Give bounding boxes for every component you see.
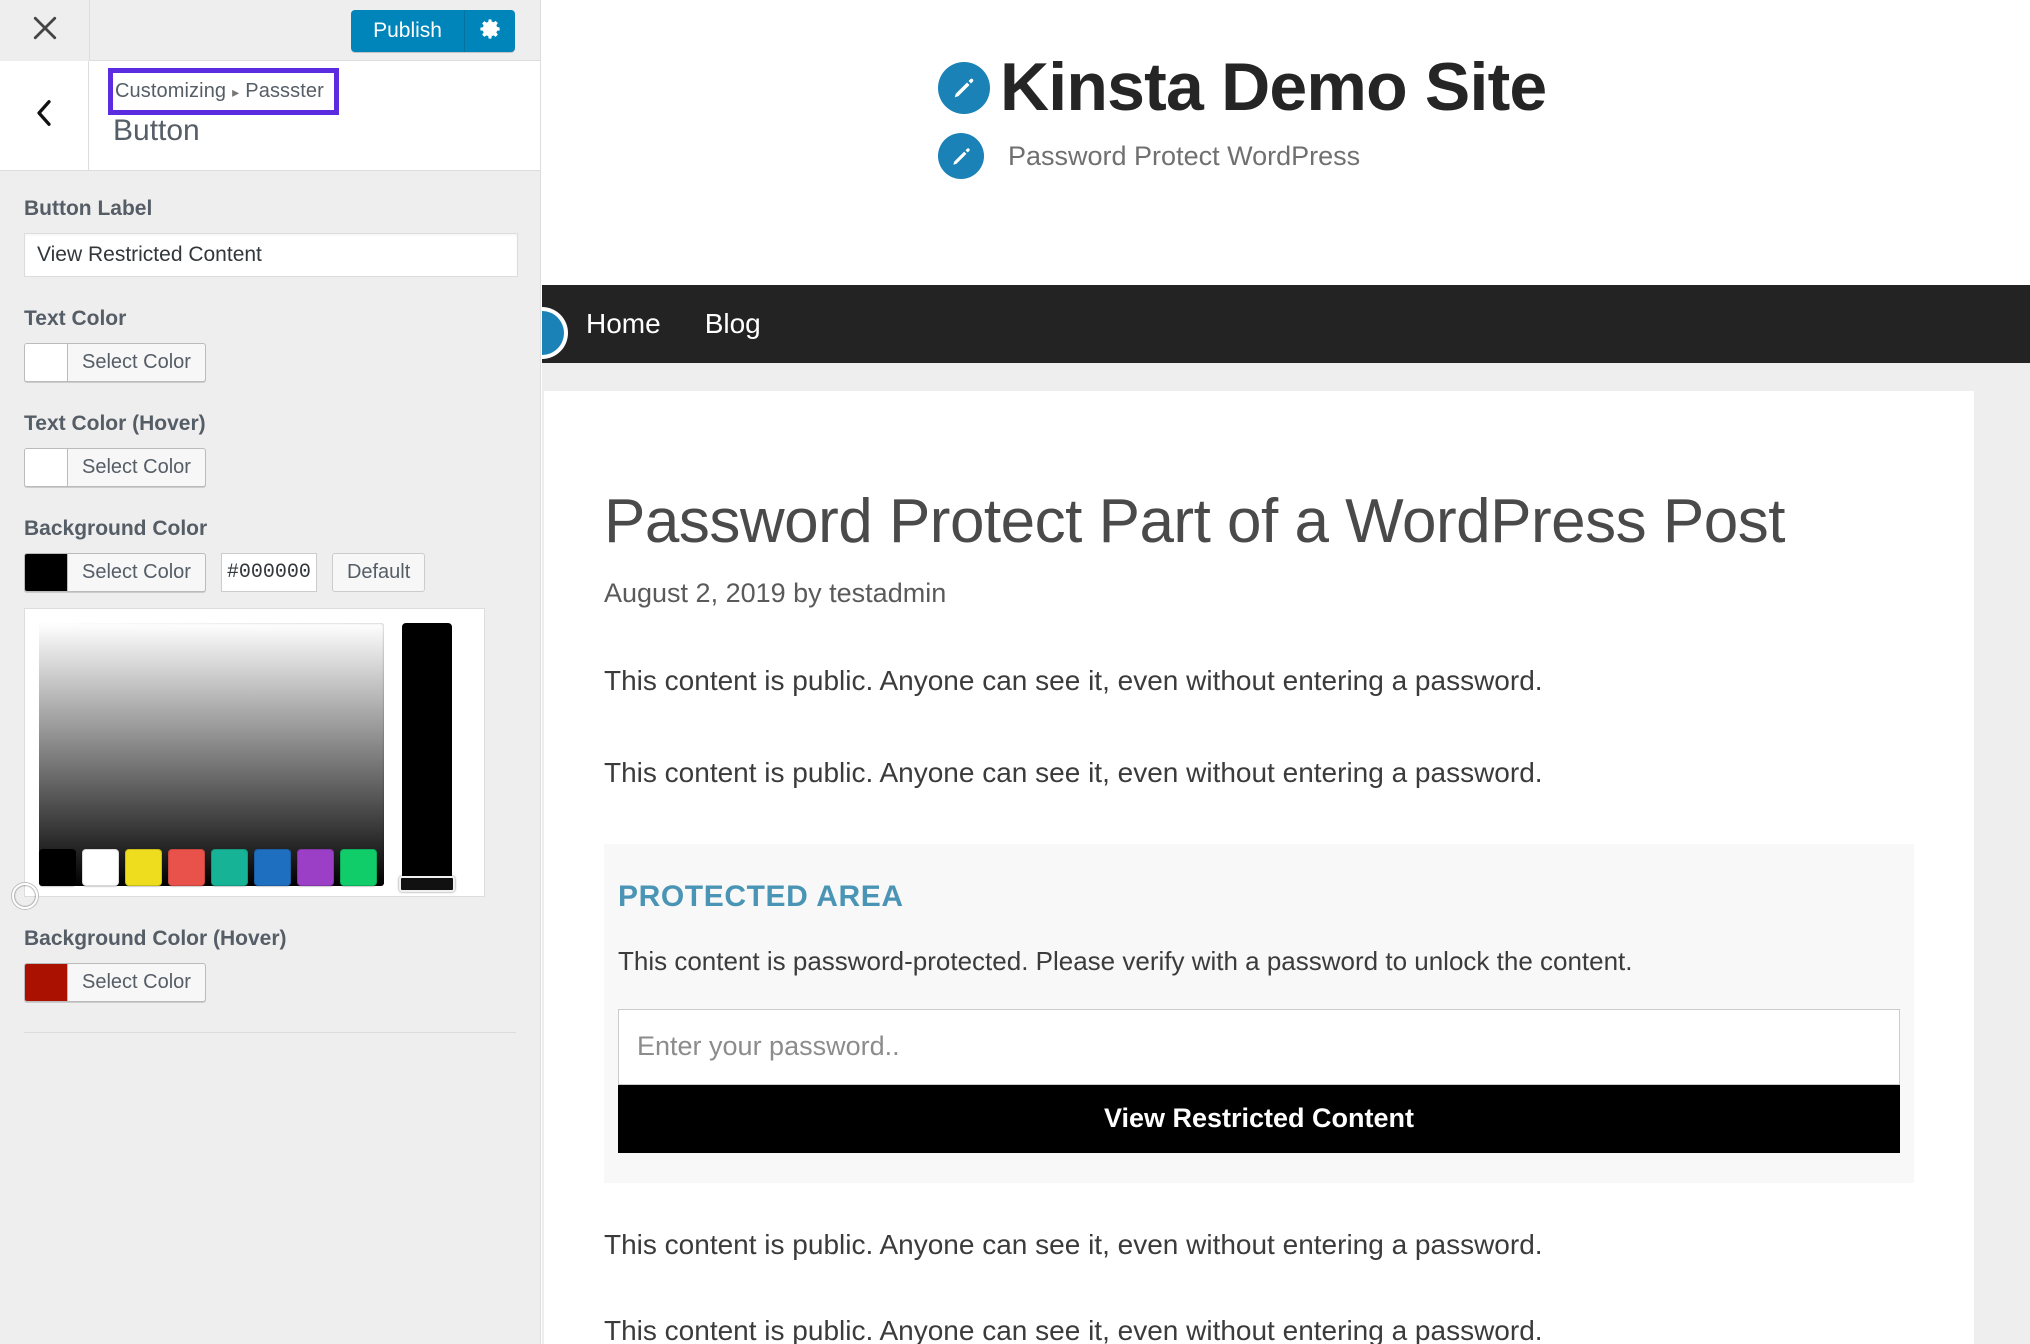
value-gradient bbox=[39, 623, 384, 886]
post-title: Password Protect Part of a WordPress Pos… bbox=[604, 487, 1785, 556]
close-x-icon bbox=[32, 15, 58, 46]
background-color-swatch bbox=[25, 554, 68, 591]
background-color-hover-select-label: Select Color bbox=[82, 971, 191, 993]
text-color-swatch bbox=[25, 344, 68, 381]
hue-slider[interactable] bbox=[399, 623, 455, 892]
customizer-controls: Button Label Text Color Select Color Tex… bbox=[0, 171, 540, 1033]
publish-settings-button[interactable] bbox=[465, 10, 515, 52]
control-button-label: Button Label bbox=[24, 197, 518, 277]
control-text-color-hover: Text Color (Hover) Select Color bbox=[24, 412, 516, 487]
hue-slider-handle[interactable] bbox=[399, 876, 455, 892]
post-content-card: Password Protect Part of a WordPress Pos… bbox=[544, 391, 1974, 1344]
edit-pencil-icon-title[interactable] bbox=[938, 61, 990, 114]
color-picker-panel bbox=[12, 608, 485, 909]
edit-pencil-icon-tagline[interactable] bbox=[938, 133, 984, 180]
site-tagline: Password Protect WordPress bbox=[1008, 140, 1361, 171]
text-color-select-button[interactable]: Select Color bbox=[24, 343, 206, 382]
color-palette bbox=[39, 849, 377, 886]
text-color-select-label: Select Color bbox=[82, 351, 191, 373]
site-navigation: Home Blog bbox=[542, 285, 2030, 363]
protected-area-description: This content is password-protected. Plea… bbox=[618, 945, 1633, 976]
text-color-row: Select Color bbox=[24, 343, 516, 382]
site-title-row: Kinsta Demo Site bbox=[542, 49, 2030, 125]
control-background-color-hover: Background Color (Hover) Select Color bbox=[24, 927, 516, 1002]
palette-swatch[interactable] bbox=[168, 849, 205, 886]
post-paragraph-3: This content is public. Anyone can see i… bbox=[604, 1228, 1543, 1260]
publish-group: Publish bbox=[351, 10, 515, 52]
page-title: Button bbox=[113, 114, 200, 147]
customizer-topbar: Publish bbox=[0, 0, 540, 61]
text-color-hover-label: Text Color (Hover) bbox=[24, 412, 206, 435]
site-title: Kinsta Demo Site bbox=[1000, 49, 1547, 125]
password-input[interactable] bbox=[618, 1008, 1900, 1085]
text-color-label: Text Color bbox=[24, 307, 127, 330]
saturation-value-area[interactable] bbox=[39, 623, 384, 886]
protected-area-inner: PROTECTED AREA This content is password-… bbox=[604, 880, 1914, 1153]
chevron-left-icon bbox=[33, 98, 55, 133]
palette-swatch[interactable] bbox=[340, 849, 377, 886]
background-color-select-label: Select Color bbox=[82, 561, 191, 583]
preview-spacer bbox=[542, 363, 2030, 391]
screenshot-root: Publish Customizing ▸ Passster Button Bu… bbox=[0, 0, 2030, 1344]
breadcrumb[interactable]: Customizing ▸ Passster bbox=[108, 68, 339, 115]
post-inner: Password Protect Part of a WordPress Pos… bbox=[544, 487, 1974, 1344]
text-color-hover-select-label: Select Color bbox=[82, 456, 191, 478]
controls-divider bbox=[24, 1032, 516, 1033]
background-color-hover-row: Select Color bbox=[24, 963, 516, 1002]
button-label-label: Button Label bbox=[24, 197, 153, 220]
palette-swatch[interactable] bbox=[125, 849, 162, 886]
close-customizer-button[interactable] bbox=[0, 0, 90, 61]
control-text-color: Text Color Select Color bbox=[24, 307, 516, 382]
gear-icon bbox=[478, 17, 502, 46]
background-color-hover-swatch bbox=[25, 964, 68, 1001]
protected-area-box: PROTECTED AREA This content is password-… bbox=[604, 843, 1914, 1183]
palette-swatch[interactable] bbox=[297, 849, 334, 886]
color-picker-left bbox=[12, 623, 384, 909]
background-color-hover-label: Background Color (Hover) bbox=[24, 927, 287, 950]
customizer-section-header: Customizing ▸ Passster Button bbox=[0, 61, 540, 171]
publish-button[interactable]: Publish bbox=[351, 10, 465, 52]
breadcrumb-root: Customizing bbox=[115, 80, 227, 102]
text-color-hover-row: Select Color bbox=[24, 448, 516, 487]
palette-swatch[interactable] bbox=[211, 849, 248, 886]
post-meta: August 2, 2019 by testadmin bbox=[604, 578, 947, 609]
post-paragraph-2: This content is public. Anyone can see i… bbox=[604, 756, 1543, 788]
breadcrumb-section: Passster bbox=[245, 80, 324, 102]
site-tagline-row: Password Protect WordPress bbox=[542, 133, 2030, 180]
text-color-hover-swatch bbox=[25, 449, 68, 486]
color-picker-pointer-handle[interactable] bbox=[12, 883, 38, 909]
site-header: Kinsta Demo Site Password Protect WordPr… bbox=[542, 0, 2030, 285]
button-label-input[interactable] bbox=[24, 233, 518, 277]
view-restricted-content-button[interactable]: View Restricted Content bbox=[618, 1084, 1900, 1153]
site-preview-frame: Kinsta Demo Site Password Protect WordPr… bbox=[542, 0, 2030, 1344]
breadcrumb-separator-icon: ▸ bbox=[232, 84, 240, 100]
post-paragraph-4: This content is public. Anyone can see i… bbox=[604, 1314, 1543, 1344]
protected-area-heading: PROTECTED AREA bbox=[618, 879, 904, 913]
palette-swatch[interactable] bbox=[39, 849, 76, 886]
edit-pencil-icon-menu[interactable] bbox=[542, 311, 564, 355]
nav-item-home[interactable]: Home bbox=[564, 308, 683, 340]
background-color-hover-select-button[interactable]: Select Color bbox=[24, 963, 206, 1002]
post-paragraph-4-clipped: This content is public. Anyone can see i… bbox=[604, 1315, 1914, 1344]
background-color-default-button[interactable]: Default bbox=[331, 553, 426, 592]
background-color-row: Select Color Default bbox=[24, 553, 516, 592]
control-background-color: Background Color Select Color Default bbox=[12, 517, 516, 909]
back-button[interactable] bbox=[0, 61, 89, 170]
palette-swatch[interactable] bbox=[82, 849, 119, 886]
nav-item-blog[interactable]: Blog bbox=[683, 308, 783, 340]
palette-swatch[interactable] bbox=[254, 849, 291, 886]
customizer-sidebar: Publish Customizing ▸ Passster Button Bu… bbox=[0, 0, 541, 1344]
text-color-hover-select-button[interactable]: Select Color bbox=[24, 448, 206, 487]
section-titles: Customizing ▸ Passster Button bbox=[89, 61, 540, 170]
post-paragraph-1: This content is public. Anyone can see i… bbox=[604, 665, 1543, 697]
background-color-label: Background Color bbox=[24, 517, 208, 540]
background-color-select-button[interactable]: Select Color bbox=[24, 553, 206, 592]
background-color-hex-input[interactable] bbox=[220, 553, 317, 592]
